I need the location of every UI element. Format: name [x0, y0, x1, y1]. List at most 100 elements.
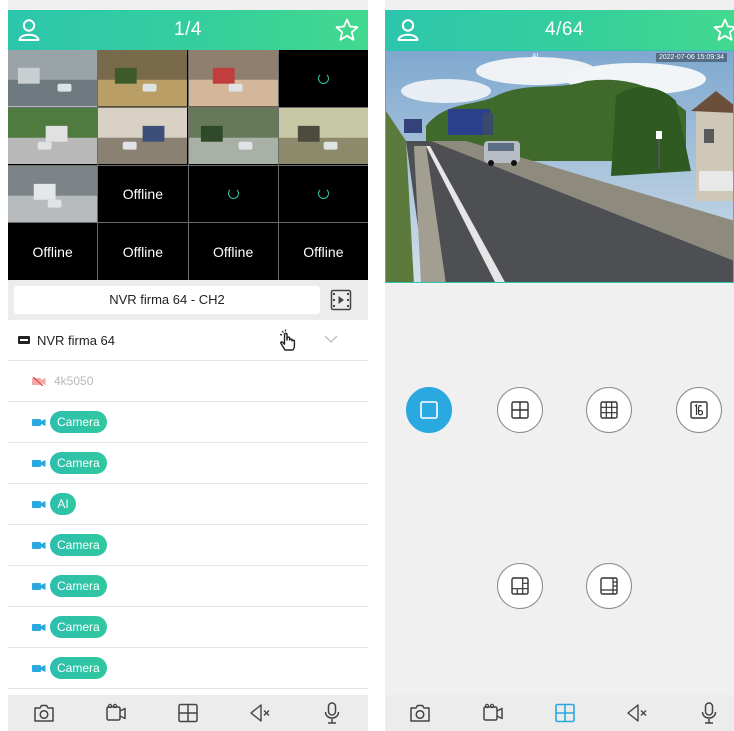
- offline-label: Offline: [303, 243, 344, 260]
- layout-4-icon: [511, 401, 529, 419]
- layout-6-button[interactable]: [497, 563, 543, 609]
- offline-label: Offline: [213, 243, 254, 260]
- channel-name-bar: NVR firma 64 - CH2: [8, 280, 368, 320]
- playback-icon[interactable]: [330, 289, 352, 311]
- camera-tile-loading[interactable]: [188, 165, 278, 223]
- camera-tile[interactable]: [278, 107, 368, 165]
- camera-snapshot-image: [188, 50, 278, 107]
- camera-snapshot-image: [98, 107, 188, 165]
- camera-icon: [32, 623, 46, 631]
- camera-tile[interactable]: [8, 50, 98, 107]
- channel-name-badge: AI: [50, 493, 76, 515]
- camera-icon: [32, 582, 46, 590]
- camera-tile-loading[interactable]: [278, 50, 368, 107]
- timestamp: 2022-07-06 15:09:34: [656, 53, 727, 62]
- layout-grid-icon[interactable]: [553, 702, 577, 724]
- device-list: NVR firma 64 4k5050 Camera Camera AI Camera…: [8, 320, 368, 695]
- video-record-icon[interactable]: [104, 702, 128, 724]
- channel-name-badge: Camera: [50, 411, 107, 433]
- camera-snapshot-icon[interactable]: [408, 702, 432, 724]
- device-name: NVR firma 64: [37, 332, 116, 348]
- header-bar: 4/64: [385, 10, 734, 50]
- camera-snapshot-image: [98, 50, 188, 107]
- list-item[interactable]: Camera: [8, 402, 368, 443]
- speaker-muted-icon[interactable]: [248, 702, 272, 724]
- offline-label: Offline: [32, 243, 73, 260]
- channel-name-badge: Camera: [50, 575, 107, 597]
- camera-tile[interactable]: [98, 50, 188, 107]
- layout-1-button[interactable]: [406, 387, 452, 433]
- layout-8-button[interactable]: [586, 563, 632, 609]
- hand-pointer-icon[interactable]: [275, 328, 301, 354]
- camera-tile-offline[interactable]: Offline: [98, 165, 188, 223]
- list-item[interactable]: Camera: [8, 443, 368, 484]
- camera-tile[interactable]: [8, 107, 98, 165]
- channel-name-badge: Camera: [50, 452, 107, 474]
- camera-tile-loading[interactable]: [278, 165, 368, 223]
- channel-name-field[interactable]: NVR firma 64 - CH2: [14, 286, 320, 314]
- list-item[interactable]: Camera: [8, 525, 368, 566]
- layout-16-button[interactable]: [676, 387, 722, 433]
- offline-label: Offline: [122, 243, 163, 260]
- star-icon[interactable]: [712, 17, 734, 43]
- list-item[interactable]: Camera: [8, 566, 368, 607]
- camera-tile[interactable]: [98, 107, 188, 165]
- chevron-down-icon[interactable]: [324, 334, 338, 344]
- bottom-toolbar: [385, 695, 734, 731]
- camera-icon: [32, 541, 46, 549]
- street-scene-image: [386, 51, 733, 282]
- list-item[interactable]: 4k5050: [8, 361, 368, 402]
- camera-snapshot-image: [278, 107, 368, 165]
- offline-label: Offline: [122, 185, 163, 202]
- layout-9-button[interactable]: [586, 387, 632, 433]
- channel-label: 4k5050: [54, 374, 94, 388]
- list-item[interactable]: Camera: [8, 607, 368, 648]
- camera-grid: Offline Offline Offline Offline Offline: [8, 50, 368, 280]
- loading-spinner-icon: [317, 72, 329, 84]
- list-item[interactable]: Camera: [8, 648, 368, 689]
- camera-icon: [32, 664, 46, 672]
- layout-grid-icon[interactable]: [176, 702, 200, 724]
- camera-icon: [32, 459, 46, 467]
- layout-8-icon: [600, 577, 618, 595]
- camera-snapshot-image: [8, 165, 98, 223]
- left-screen: 1/4 Offline Offline Offline Offline Offline …: [8, 0, 368, 731]
- channel-name-badge: Camera: [50, 657, 107, 679]
- layout-4-button[interactable]: [497, 387, 543, 433]
- camera-snapshot-icon[interactable]: [32, 702, 56, 724]
- microphone-icon[interactable]: [320, 702, 344, 724]
- header-bar: 1/4: [8, 10, 368, 50]
- device-row[interactable]: NVR firma 64: [8, 320, 368, 361]
- ai-label: AI: [532, 53, 539, 60]
- camera-snapshot-image: [188, 107, 278, 165]
- camera-snapshot-image: [8, 107, 98, 165]
- layout-9-icon: [600, 401, 618, 419]
- camera-tile-offline[interactable]: Offline: [98, 223, 188, 280]
- camera-tile[interactable]: [188, 50, 278, 107]
- camera-tile[interactable]: [8, 165, 98, 223]
- speaker-muted-icon[interactable]: [625, 702, 649, 724]
- camera-icon: [32, 418, 46, 426]
- layout-6-icon: [511, 577, 529, 595]
- camera-tile-offline[interactable]: Offline: [188, 223, 278, 280]
- page-counter: 1/4: [174, 19, 202, 40]
- camera-tile-offline[interactable]: Offline: [8, 223, 98, 280]
- camera-tile[interactable]: [188, 107, 278, 165]
- camera-preview[interactable]: AI 2022-07-06 15:09:34: [385, 50, 734, 283]
- bottom-toolbar: [8, 695, 368, 731]
- microphone-icon[interactable]: [697, 702, 721, 724]
- channel-name-badge: Camera: [50, 534, 107, 556]
- nvr-icon: [18, 336, 30, 344]
- camera-tile-offline[interactable]: Offline: [278, 223, 368, 280]
- loading-spinner-icon: [227, 188, 239, 200]
- loading-spinner-icon: [317, 188, 329, 200]
- video-record-icon[interactable]: [481, 702, 505, 724]
- star-icon[interactable]: [334, 17, 360, 43]
- camera-offline-icon: [32, 376, 46, 386]
- right-screen: 4/64 AI 2022-07-06 15:09:34: [385, 0, 734, 731]
- layout-16-icon: [690, 401, 708, 419]
- page-counter: 4/64: [545, 19, 584, 40]
- list-item[interactable]: AI: [8, 484, 368, 525]
- camera-icon: [32, 500, 46, 508]
- channel-name-badge: Camera: [50, 616, 107, 638]
